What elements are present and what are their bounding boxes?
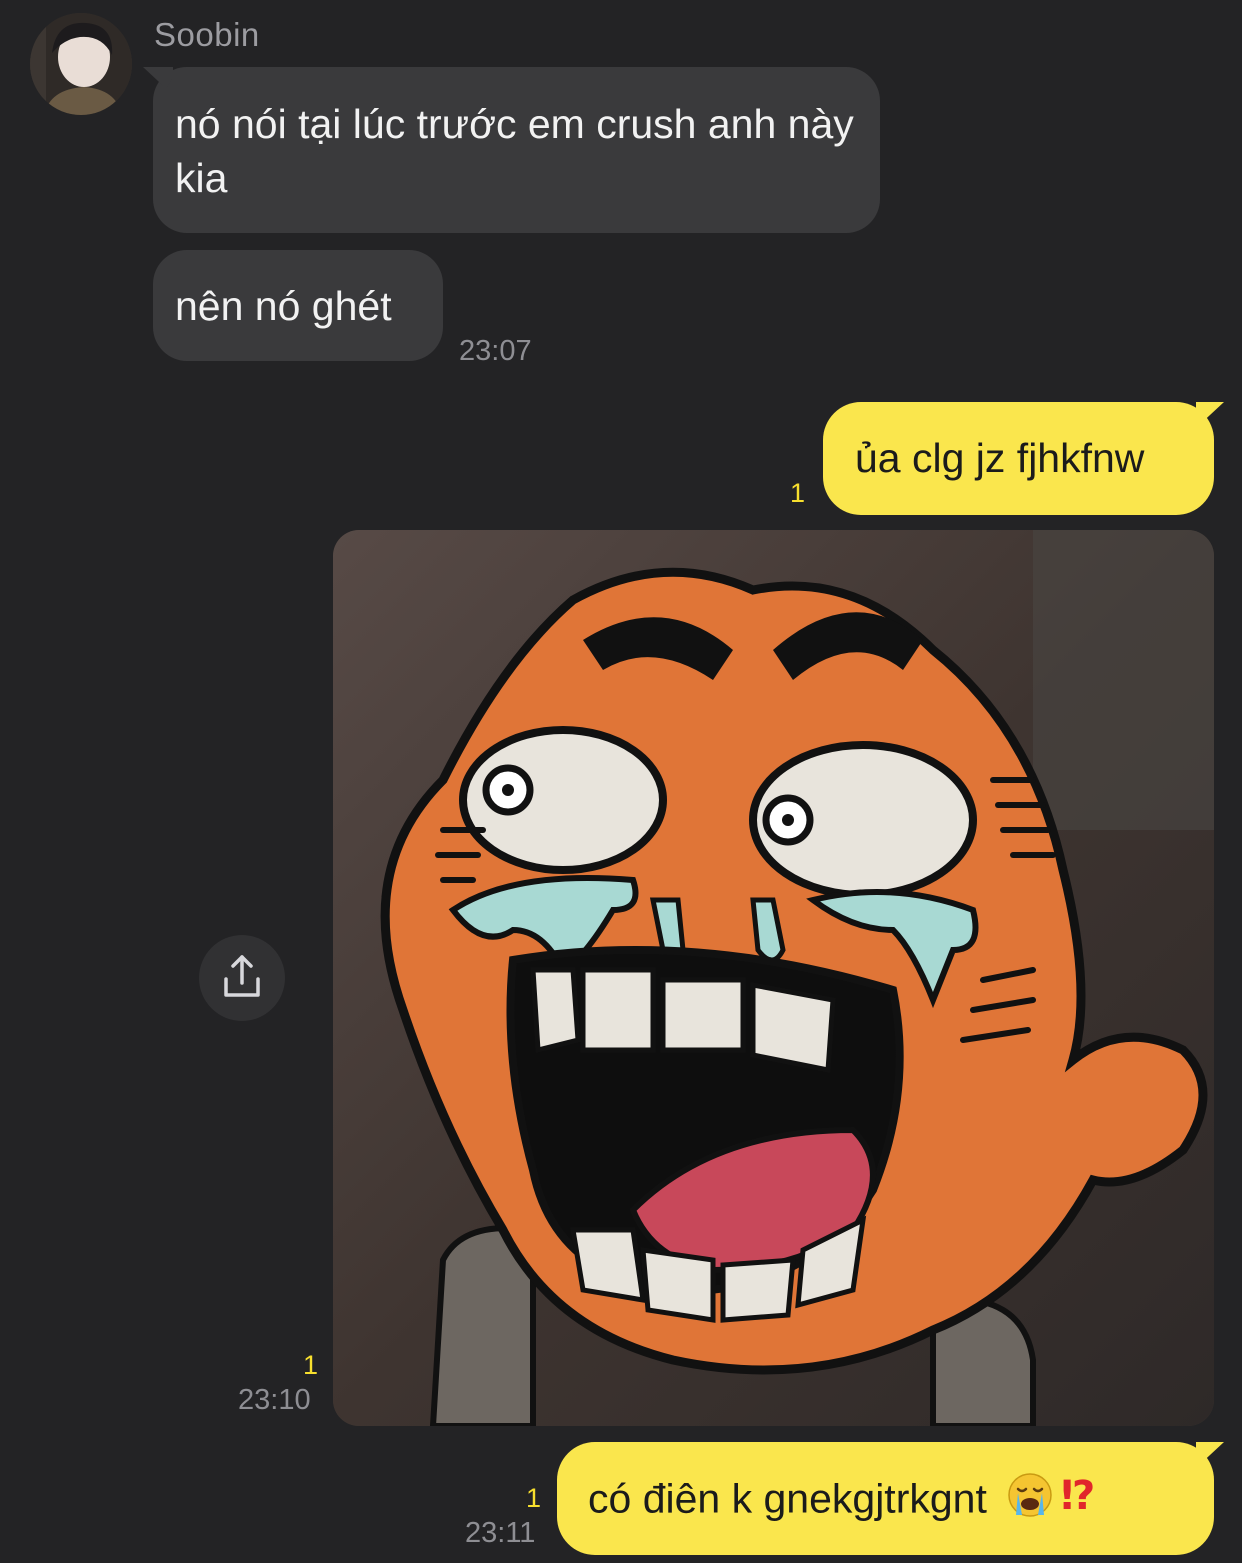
incoming-message-bubble[interactable]: nó nói tại lúc trước em crush anh này ki… xyxy=(153,67,880,233)
message-timestamp: 23:07 xyxy=(459,335,532,367)
contact-avatar[interactable] xyxy=(30,13,132,115)
unread-count: 1 xyxy=(790,478,806,508)
unread-count: 1 xyxy=(303,1350,319,1380)
outgoing-message-bubble[interactable]: ủa clg jz fjhkfnw xyxy=(823,402,1214,515)
incoming-message-bubble[interactable]: nên nó ghét xyxy=(153,250,443,361)
message-timestamp: 23:10 xyxy=(238,1384,311,1416)
message-text: có điên k gnekgjtrkgnt xyxy=(588,1475,987,1522)
message-text: ủa clg jz fjhkfnw xyxy=(855,435,1145,481)
crying-cartoon-photo-icon xyxy=(333,530,1214,1426)
unread-count: 1 xyxy=(526,1483,542,1513)
outgoing-message-bubble[interactable]: có điên k gnekgjtrkgnt ! ? xyxy=(557,1442,1214,1555)
message-text: nó nói tại lúc trước em crush anh này ki… xyxy=(175,101,854,201)
share-button[interactable] xyxy=(199,935,285,1021)
message-timestamp: 23:11 xyxy=(465,1517,536,1549)
share-icon xyxy=(224,955,260,997)
contact-name: Soobin xyxy=(154,16,260,53)
svg-text:?: ? xyxy=(1072,1473,1095,1519)
photo-message[interactable] xyxy=(333,530,1214,1426)
crying-emoji-icon: ! ? xyxy=(1008,1471,1102,1532)
message-text: nên nó ghét xyxy=(175,283,392,329)
avatar-photo-icon xyxy=(30,13,132,115)
